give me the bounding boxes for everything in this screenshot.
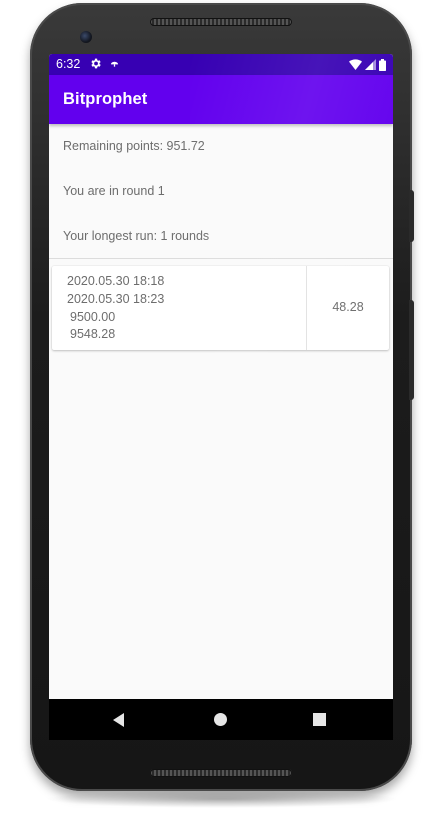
bottom-speaker <box>150 769 292 777</box>
entry-start-value: 9500.00 <box>70 310 116 324</box>
notification-dot-icon <box>110 61 119 67</box>
top-speaker <box>150 18 292 26</box>
power-button <box>409 190 414 242</box>
current-round-text: You are in round 1 <box>63 184 165 198</box>
navigation-bar <box>49 699 393 740</box>
volume-button <box>409 300 414 400</box>
home-icon[interactable] <box>214 713 227 726</box>
app-title: Bitprophet <box>63 90 148 108</box>
entry-end-time: 2020.05.30 18:23 <box>67 292 165 306</box>
back-icon[interactable] <box>113 713 124 727</box>
status-time: 6:32 <box>56 57 81 71</box>
cell-signal-icon <box>365 59 376 70</box>
phone-shadow <box>44 790 400 808</box>
longest-run-text: Your longest run: 1 rounds <box>63 229 210 243</box>
entry-result: 48.28 <box>332 300 364 314</box>
battery-icon <box>379 58 386 71</box>
gear-icon <box>91 58 101 69</box>
entry-start-time: 2020.05.30 18:18 <box>67 274 165 288</box>
status-bar: 6:32 <box>49 54 393 75</box>
status-icons <box>349 58 386 71</box>
front-camera <box>80 31 92 43</box>
list-item[interactable]: 2020.05.30 18:18 2020.05.30 18:23 9500.0… <box>52 266 389 350</box>
app-bar: Bitprophet <box>49 75 393 124</box>
entry-end-value: 9548.28 <box>70 327 116 341</box>
remaining-points-text: Remaining points: 951.72 <box>63 139 205 153</box>
divider <box>49 258 393 259</box>
screen: 6:32 Bitprophet Remaining points: 951.72… <box>49 54 393 740</box>
wifi-icon <box>349 59 362 70</box>
recents-icon[interactable] <box>313 713 326 726</box>
